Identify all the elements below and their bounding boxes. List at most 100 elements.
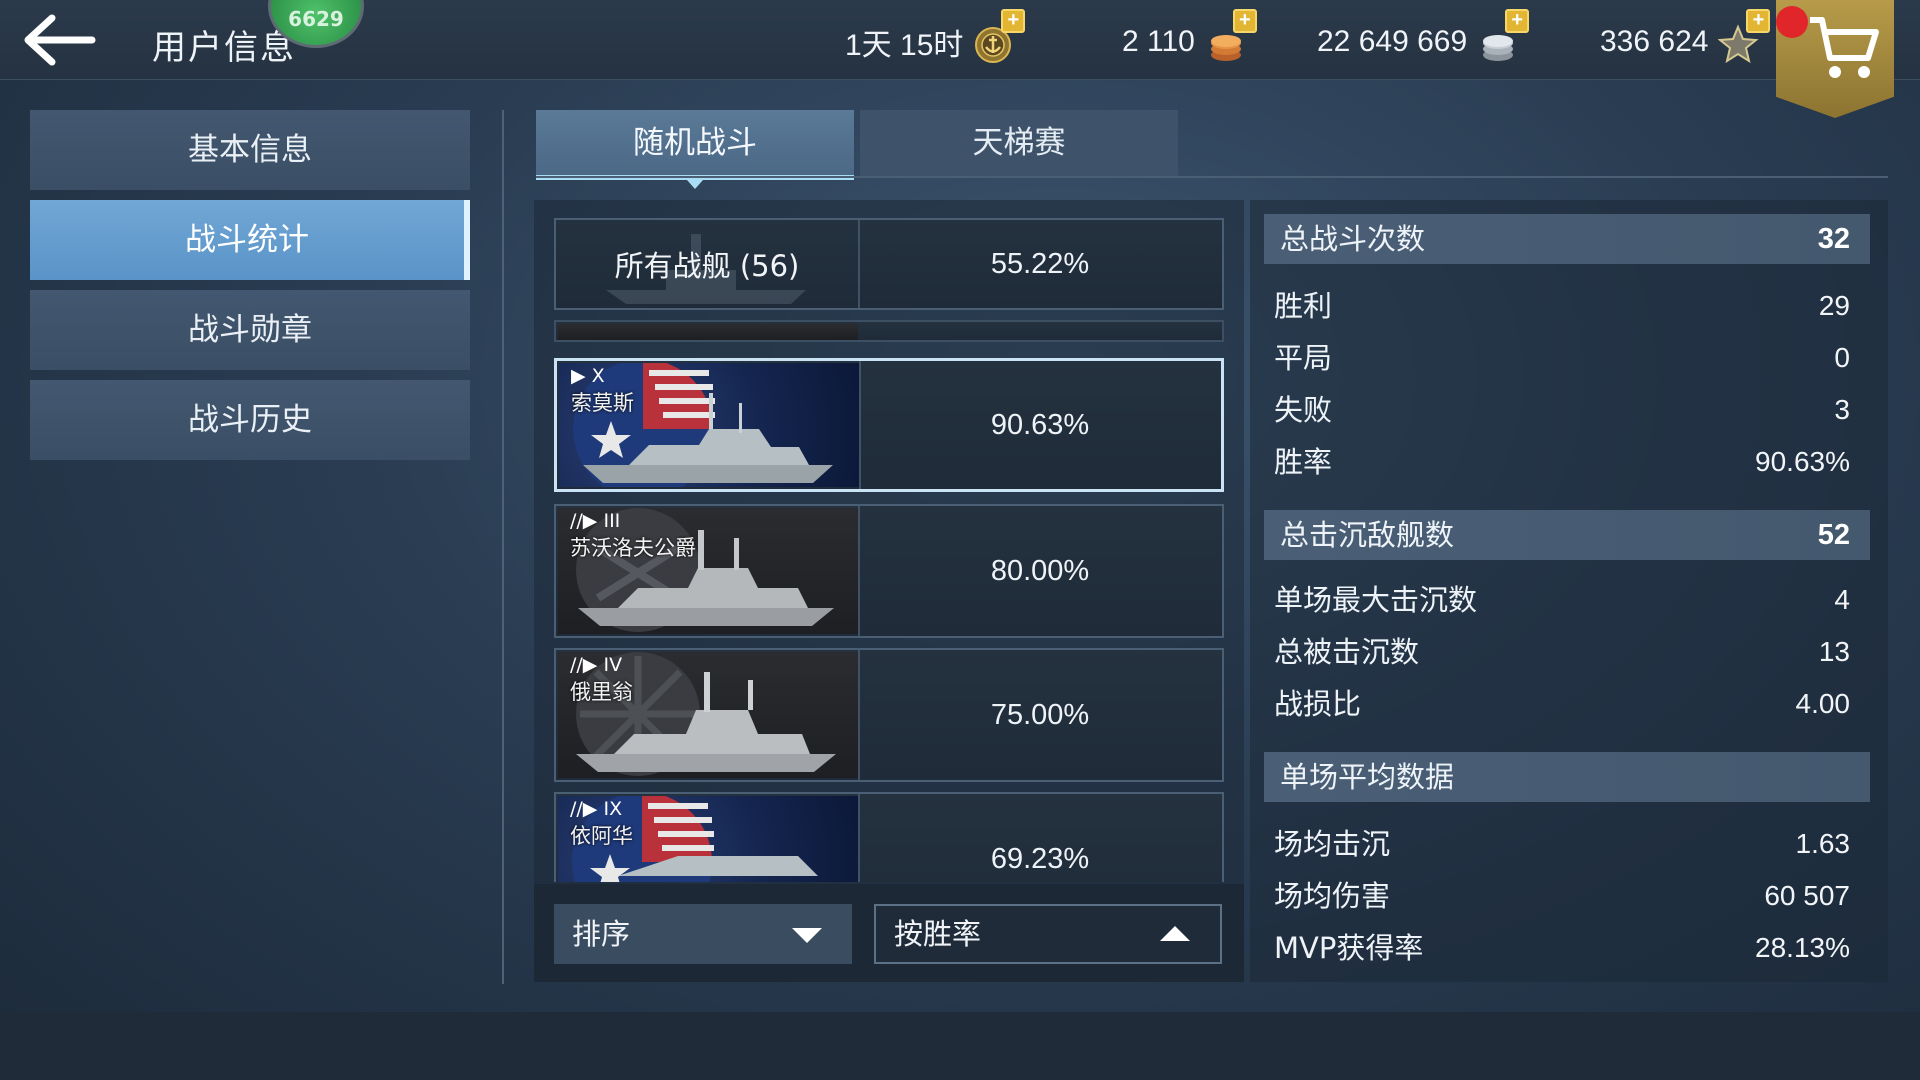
ship-tier-value: X bbox=[591, 365, 605, 387]
menu-item-battle-history[interactable]: 战斗历史 bbox=[30, 380, 470, 460]
bottom-strip bbox=[0, 1012, 1920, 1080]
plus-icon[interactable]: + bbox=[1746, 9, 1771, 33]
gold-coin-icon[interactable]: + bbox=[1205, 9, 1257, 65]
ship-image bbox=[558, 324, 858, 340]
ship-name: 俄里翁 bbox=[570, 680, 633, 704]
ship-row[interactable]: //▶ IX 依阿华 69.23% bbox=[554, 792, 1224, 882]
stat-label: 单场最大击沉数 bbox=[1274, 583, 1478, 617]
menu-item-battle-medals[interactable]: 战斗勋章 bbox=[30, 290, 470, 370]
stat-value: 4.00 bbox=[1795, 688, 1851, 719]
stat-row-avg-damage: 场均伤害 60 507 bbox=[1274, 874, 1850, 918]
stat-label: 失败 bbox=[1274, 393, 1333, 427]
time-value: 1天 15时 bbox=[845, 29, 964, 62]
ship-name: 依阿华 bbox=[570, 824, 633, 848]
plus-icon[interactable]: + bbox=[1505, 9, 1530, 33]
silver-coin-icon[interactable]: + bbox=[1477, 9, 1530, 65]
ship-list[interactable]: 所有战舰 (56) 55.22% ▶ X 索莫斯 90.63% //▶ III … bbox=[554, 218, 1224, 882]
stat-value: 29 bbox=[1818, 290, 1850, 321]
stat-row-mvp-rate: MVP获得率 28.13% bbox=[1274, 926, 1850, 970]
ship-row[interactable]: //▶ IV 俄里翁 75.00% bbox=[554, 648, 1224, 782]
chevron-up-icon bbox=[1160, 926, 1190, 941]
plus-icon[interactable]: + bbox=[1001, 9, 1026, 33]
stat-row-wins: 胜利 29 bbox=[1274, 284, 1850, 328]
resource-coins: 2 110 + bbox=[1122, 9, 1257, 65]
stars-value: 336 624 bbox=[1600, 25, 1709, 58]
ship-name: 索莫斯 bbox=[571, 391, 634, 415]
ship-row[interactable]: //▶ III 苏沃洛夫公爵 80.00% bbox=[554, 504, 1224, 638]
ship-tier: //▶ IV bbox=[570, 654, 623, 676]
stat-value: 32 bbox=[1817, 223, 1850, 255]
stat-label: 场均伤害 bbox=[1274, 879, 1391, 913]
ship-tier-value: IX bbox=[603, 798, 623, 820]
stat-value: 13 bbox=[1818, 636, 1850, 667]
ship-name: 苏沃洛夫公爵 bbox=[570, 536, 696, 560]
stat-row-avg-kills: 场均击沉 1.63 bbox=[1274, 822, 1850, 866]
stat-label: 平局 bbox=[1274, 341, 1333, 375]
ship-row-all[interactable]: 所有战舰 (56) 55.22% bbox=[554, 218, 1224, 310]
ship-row[interactable]: ▶ X 索莫斯 90.63% bbox=[554, 358, 1224, 492]
ship-tier: //▶ IX bbox=[570, 798, 623, 820]
tab-label: 随机战斗 bbox=[633, 125, 757, 161]
stat-label: 单场平均数据 bbox=[1280, 760, 1455, 794]
stat-value: 28.13% bbox=[1755, 932, 1850, 963]
stat-row-win-rate: 胜率 90.63% bbox=[1274, 440, 1850, 484]
back-button[interactable] bbox=[16, 10, 100, 70]
total-battles-header: 总战斗次数 32 bbox=[1264, 214, 1870, 264]
side-menu: 基本信息 战斗统计 战斗勋章 战斗历史 bbox=[30, 110, 470, 470]
coins-value: 2 110 bbox=[1122, 25, 1195, 58]
stat-label: 胜率 bbox=[1274, 445, 1333, 479]
stat-value: 60 507 bbox=[1764, 880, 1850, 911]
resource-time: 1天 15时 + bbox=[845, 9, 1026, 65]
stat-row-max-kills: 单场最大击沉数 4 bbox=[1274, 578, 1850, 622]
ship-image: //▶ III 苏沃洛夫公爵 bbox=[558, 508, 858, 634]
notification-dot bbox=[1776, 6, 1808, 38]
ship-image: //▶ IX 依阿华 bbox=[558, 796, 858, 882]
sort-label: 排序 bbox=[572, 917, 631, 951]
resource-stars: 336 624 + bbox=[1600, 9, 1771, 65]
sort-order-dropdown[interactable]: 按胜率 bbox=[874, 904, 1222, 964]
divider bbox=[502, 110, 504, 984]
stat-value: 3 bbox=[1834, 394, 1850, 425]
ship-tier-value: III bbox=[603, 510, 621, 532]
stat-value: 4 bbox=[1834, 584, 1850, 615]
stat-label: MVP获得率 bbox=[1274, 931, 1424, 965]
tab-random-battle[interactable]: 随机战斗 bbox=[536, 110, 854, 189]
ship-tier-value: IV bbox=[603, 654, 623, 676]
ship-image: //▶ IV 俄里翁 bbox=[558, 652, 858, 778]
star-icon[interactable]: + bbox=[1717, 9, 1771, 65]
stat-value: 1.63 bbox=[1795, 828, 1851, 859]
menu-item-basic-info[interactable]: 基本信息 bbox=[30, 110, 470, 190]
stat-label: 胜利 bbox=[1274, 289, 1333, 323]
anchor-medal-icon[interactable]: + bbox=[973, 9, 1026, 65]
stat-label: 总战斗次数 bbox=[1280, 222, 1426, 256]
stat-value: 52 bbox=[1817, 519, 1850, 551]
chevron-down-icon bbox=[792, 928, 822, 943]
tab-label: 天梯赛 bbox=[972, 125, 1066, 161]
sort-dropdown[interactable]: 排序 bbox=[554, 904, 852, 964]
back-arrow-icon bbox=[24, 14, 96, 66]
tab-underline bbox=[536, 176, 1888, 178]
stat-value: 0 bbox=[1834, 342, 1850, 373]
win-rate: 90.63% bbox=[990, 408, 1090, 441]
ship-image: ▶ X 索莫斯 bbox=[559, 363, 859, 487]
level-value: 6629 bbox=[288, 7, 344, 31]
ship-tier: //▶ III bbox=[570, 510, 621, 532]
silver-value: 22 649 669 bbox=[1317, 25, 1468, 58]
top-bar: 用户信息 6629 1天 15时 + 2 110 + 22 649 669 + … bbox=[0, 0, 1920, 80]
tab-ladder[interactable]: 天梯赛 bbox=[860, 110, 1178, 176]
ship-tier: ▶ X bbox=[571, 365, 605, 387]
menu-item-battle-stats[interactable]: 战斗统计 bbox=[30, 200, 470, 280]
stat-row-kd-ratio: 战损比 4.00 bbox=[1274, 682, 1850, 726]
win-rate: 75.00% bbox=[990, 698, 1090, 731]
stat-label: 战损比 bbox=[1274, 687, 1362, 721]
win-rate: 80.00% bbox=[990, 554, 1090, 587]
win-rate: 69.23% bbox=[990, 842, 1090, 875]
plus-icon[interactable]: + bbox=[1232, 9, 1257, 33]
stat-label: 总被击沉数 bbox=[1274, 635, 1420, 669]
active-tab-caret bbox=[687, 180, 703, 189]
ship-row-partial bbox=[554, 320, 1224, 342]
stat-label: 总击沉敌舰数 bbox=[1280, 518, 1455, 552]
total-kills-header: 总击沉敌舰数 52 bbox=[1264, 510, 1870, 560]
win-rate: 55.22% bbox=[990, 247, 1090, 280]
all-ships-label: 所有战舰 (56) bbox=[614, 249, 800, 283]
